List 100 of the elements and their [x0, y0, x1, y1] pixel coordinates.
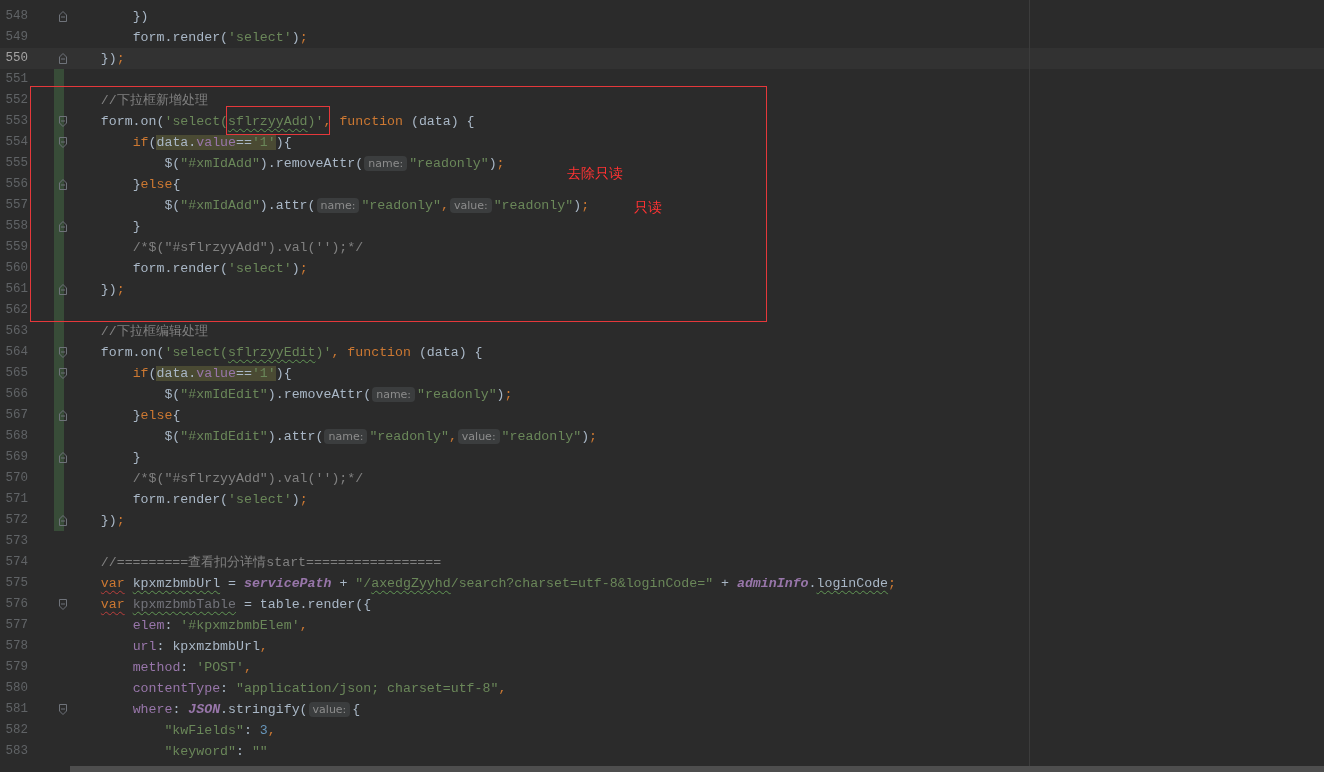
- code-token: ;: [299, 29, 308, 45]
- line-number: 551: [4, 71, 28, 89]
- code-token: : kpxmzbmbUrl: [156, 638, 260, 654]
- code-token: }): [100, 512, 117, 528]
- line-number: 562: [4, 302, 28, 320]
- code-token: (: [148, 134, 157, 150]
- line-number: 571: [4, 491, 28, 509]
- line-number: 572: [4, 512, 28, 530]
- code-token: ): [291, 260, 300, 276]
- fold-icon[interactable]: [58, 137, 68, 148]
- code-token: data.: [156, 365, 197, 381]
- code-comment: //下拉框新增处理: [100, 92, 208, 108]
- line-number: 583: [4, 743, 28, 761]
- code-token: ){: [275, 134, 292, 150]
- code-token: "readonly": [409, 155, 489, 171]
- code-token: }): [100, 281, 117, 297]
- code-token: ,: [243, 659, 252, 675]
- line-number: 578: [4, 638, 28, 656]
- fold-icon[interactable]: [58, 347, 68, 358]
- code-token: ,: [448, 428, 457, 444]
- code-token: +: [339, 575, 349, 591]
- fold-icon[interactable]: [58, 368, 68, 379]
- code-token: "/: [355, 575, 372, 591]
- fold-icon[interactable]: [58, 452, 68, 463]
- code-token: 'select(: [164, 344, 229, 360]
- line-number: 575: [4, 575, 28, 593]
- code-token: ,: [259, 638, 268, 654]
- fold-icon[interactable]: [58, 11, 68, 22]
- code-token: "kwFields": [164, 722, 244, 738]
- line-number: 574: [4, 554, 28, 572]
- code-token: {: [172, 407, 181, 423]
- fold-icon[interactable]: [58, 284, 68, 295]
- parameter-hint: value:: [449, 197, 492, 213]
- code-token: method: [132, 659, 181, 675]
- code-token: form.on(: [100, 113, 165, 129]
- code-token: ): [573, 197, 582, 213]
- fold-icon[interactable]: [58, 599, 68, 610]
- code-token: var: [100, 596, 125, 612]
- fold-icon[interactable]: [58, 53, 68, 64]
- line-number: 557: [4, 197, 28, 215]
- fold-icon[interactable]: [58, 515, 68, 526]
- code-token: ;: [504, 386, 513, 402]
- code-token: ).attr(: [259, 197, 316, 213]
- code-token: $(: [164, 428, 181, 444]
- code-token: $(: [164, 155, 181, 171]
- line-number: 559: [4, 239, 28, 257]
- fold-icon[interactable]: [58, 704, 68, 715]
- code-token: :: [236, 743, 245, 759]
- code-token: servicePath: [243, 575, 332, 591]
- parameter-hint: name:: [324, 428, 368, 444]
- line-number: 549: [4, 29, 28, 47]
- code-token: url: [132, 638, 157, 654]
- code-token: ;: [299, 491, 308, 507]
- code-token: form.on(: [100, 344, 165, 360]
- code-token: :: [220, 680, 230, 696]
- code-token: (data) {: [418, 344, 483, 360]
- fold-icon[interactable]: [58, 179, 68, 190]
- line-number: 561: [4, 281, 28, 299]
- code-token: :: [180, 659, 190, 675]
- scrollbar-thumb[interactable]: [70, 766, 1324, 772]
- code-token: }): [132, 8, 149, 24]
- line-number: 564: [4, 344, 28, 362]
- code-token: ;: [589, 428, 598, 444]
- line-number: 570: [4, 470, 28, 488]
- line-number: 579: [4, 659, 28, 677]
- annotation-note: 去除只读: [567, 164, 623, 183]
- code-token: ;: [116, 512, 125, 528]
- code-token: 'select': [228, 491, 292, 507]
- code-token: :: [172, 701, 182, 717]
- code-token: adminInfo: [736, 575, 809, 591]
- parameter-hint: name:: [316, 197, 360, 213]
- line-number: 577: [4, 617, 28, 635]
- code-token: ): [291, 491, 300, 507]
- parameter-hint: name:: [372, 386, 416, 402]
- code-token: ): [496, 386, 505, 402]
- line-number: 576: [4, 596, 28, 614]
- line-number: 566: [4, 386, 28, 404]
- parameter-hint: name:: [364, 155, 408, 171]
- code-token: form.render(: [132, 260, 229, 276]
- code-comment: /*$("#sflrzyyAdd").val('');*/: [132, 239, 364, 255]
- fold-icon[interactable]: [58, 116, 68, 127]
- code-token: ): [581, 428, 590, 444]
- code-token: "readonly": [417, 386, 497, 402]
- code-token: }: [132, 176, 141, 192]
- line-number: 569: [4, 449, 28, 467]
- line-number: 554: [4, 134, 28, 152]
- code-token: kpxmzbmbTable: [132, 596, 236, 612]
- code-token: value: [196, 365, 236, 381]
- fold-icon[interactable]: [58, 410, 68, 421]
- fold-icon[interactable]: [58, 221, 68, 232]
- code-token: +: [721, 575, 730, 591]
- code-token: ).attr(: [267, 428, 324, 444]
- code-token: (: [148, 365, 157, 381]
- line-number: 568: [4, 428, 28, 446]
- code-token: {: [172, 176, 181, 192]
- line-number: 556: [4, 176, 28, 194]
- line-number: 548: [4, 8, 28, 26]
- code-token: /search?charset=utf-8&loginCode=": [450, 575, 714, 591]
- code-token: .: [808, 575, 817, 591]
- code-token: value: [196, 134, 236, 150]
